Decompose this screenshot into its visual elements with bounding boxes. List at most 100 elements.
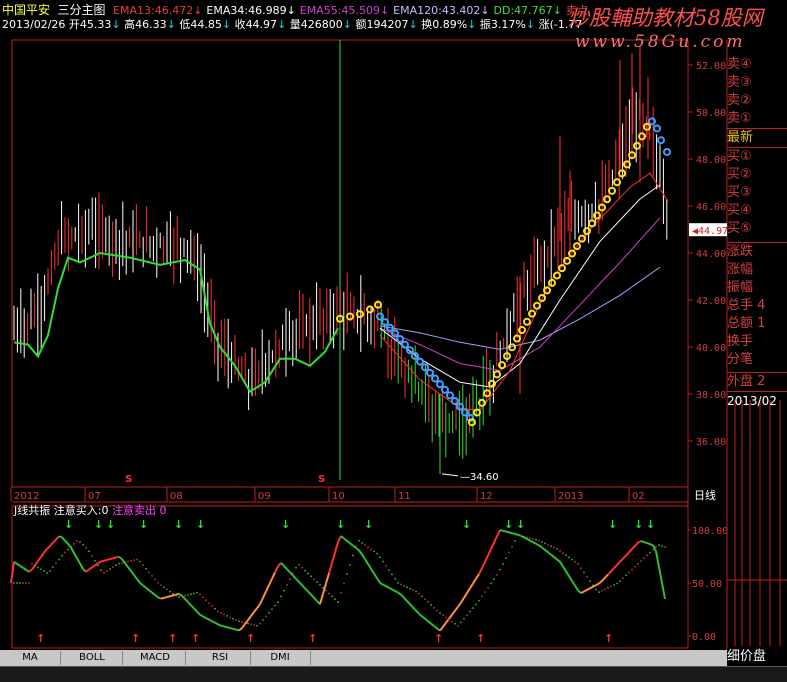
osc-seg [433, 625, 438, 630]
indicator-3: EMA120:43.402↓ [393, 4, 490, 17]
date-label: 10 [332, 491, 345, 502]
osc-seg [604, 573, 609, 579]
osc-seg [583, 589, 588, 593]
osc-seg [250, 611, 255, 617]
osc-seg [475, 573, 480, 580]
date-label: 12 [480, 491, 493, 502]
osc-dot [499, 568, 501, 571]
osc-dot [241, 621, 243, 624]
osc-seg [73, 552, 78, 559]
osc-seg [499, 529, 504, 532]
osc-dot [400, 583, 402, 586]
blue-dot [406, 346, 414, 355]
osc-seg [109, 557, 114, 561]
tab-dmi[interactable]: DMI [250, 651, 311, 665]
date-label: 11 [398, 491, 411, 502]
tab-rsi[interactable]: RSI [190, 651, 251, 665]
sub-axis-label: 0.00 [692, 632, 716, 643]
tab-boll[interactable]: BOLL [62, 651, 123, 665]
yellow-dot [588, 219, 596, 228]
down-arrow: ↓ [608, 518, 617, 531]
osc-seg [397, 591, 402, 596]
osc-seg [412, 606, 417, 612]
osc-dot [151, 574, 153, 577]
tab-ma[interactable]: MA [0, 651, 61, 665]
osc-seg [490, 542, 495, 550]
osc-seg [238, 627, 243, 632]
osc-dot [196, 591, 198, 594]
blue-dot [461, 408, 469, 417]
osc-seg [418, 612, 423, 618]
osc-seg [262, 591, 267, 599]
osc-seg [100, 559, 105, 563]
detail-tab[interactable]: 细价盘 [727, 648, 787, 666]
osc-seg [631, 545, 636, 550]
osc-dot [604, 588, 606, 591]
buy-level-2: 买③ [727, 185, 752, 200]
osc-seg [532, 541, 537, 545]
yellow-dot [366, 305, 374, 314]
osc-seg [460, 597, 465, 604]
osc-dot [274, 604, 276, 607]
osc-dot [484, 591, 486, 593]
osc-seg [91, 564, 96, 569]
osc-seg [325, 572, 330, 584]
osc-seg [220, 624, 225, 628]
osc-seg [640, 540, 645, 543]
osc-dot [562, 552, 564, 555]
osc-seg [160, 596, 165, 600]
osc-dot [169, 590, 171, 593]
osc-seg [469, 582, 474, 589]
osc-seg [130, 570, 135, 576]
osc-seg [55, 535, 60, 541]
price-tick-label: 48.00 [696, 155, 726, 166]
osc-dot [439, 612, 441, 614]
blue-dot [441, 385, 449, 394]
osc-dot [367, 546, 369, 549]
stock-chart[interactable]: 52.00 50.00 48.00 46.00 44.00 42.00 40.00 38.00… [0, 0, 787, 681]
latest-label: 最新 [727, 128, 787, 148]
buy-level-0: 买① [727, 149, 752, 164]
osc-seg [391, 588, 396, 592]
osc-dot [481, 595, 483, 598]
osc-seg [505, 530, 510, 534]
osc-dot [532, 537, 534, 540]
osc-seg [208, 618, 213, 623]
osc-dot [568, 556, 570, 559]
osc-dot [16, 582, 18, 584]
osc-dot [634, 565, 636, 568]
osc-dot [661, 545, 663, 548]
osc-seg [403, 597, 408, 602]
price-tick-label: 42.00 [696, 296, 726, 307]
down-arrow: ↓ [196, 518, 205, 531]
blue-dot [401, 340, 409, 349]
down-arrow: ↓ [504, 518, 513, 531]
osc-dot [193, 592, 195, 595]
osc-dot [211, 604, 213, 607]
osc-dot [304, 569, 306, 572]
osc-dot [397, 582, 399, 584]
osc-seg [304, 587, 309, 593]
osc-seg [265, 584, 270, 592]
osc-dot [148, 571, 150, 574]
osc-seg [217, 623, 222, 627]
osc-dot [460, 621, 462, 624]
osc-dot [178, 596, 180, 598]
osc-seg [19, 564, 24, 569]
osc-seg [97, 560, 102, 565]
low-annotation: —34.60 [460, 472, 499, 483]
osc-dot [454, 622, 456, 625]
tab-macd[interactable]: MACD [125, 651, 186, 665]
osc-seg [253, 607, 258, 613]
osc-dot [583, 571, 585, 574]
osc-seg [472, 578, 477, 585]
osc-dot [442, 614, 444, 617]
osc-dot [637, 563, 639, 565]
osc-seg [589, 585, 594, 590]
osc-dot [379, 556, 381, 559]
osc-dot [538, 539, 540, 542]
osc-seg [643, 541, 648, 545]
yellow-dot [488, 379, 496, 388]
indicator-values: EMA13:46.472↓ EMA34:46.989↓ EMA55:45.509↓ E… [109, 4, 588, 17]
sell-level-3: 卖① [727, 111, 752, 126]
